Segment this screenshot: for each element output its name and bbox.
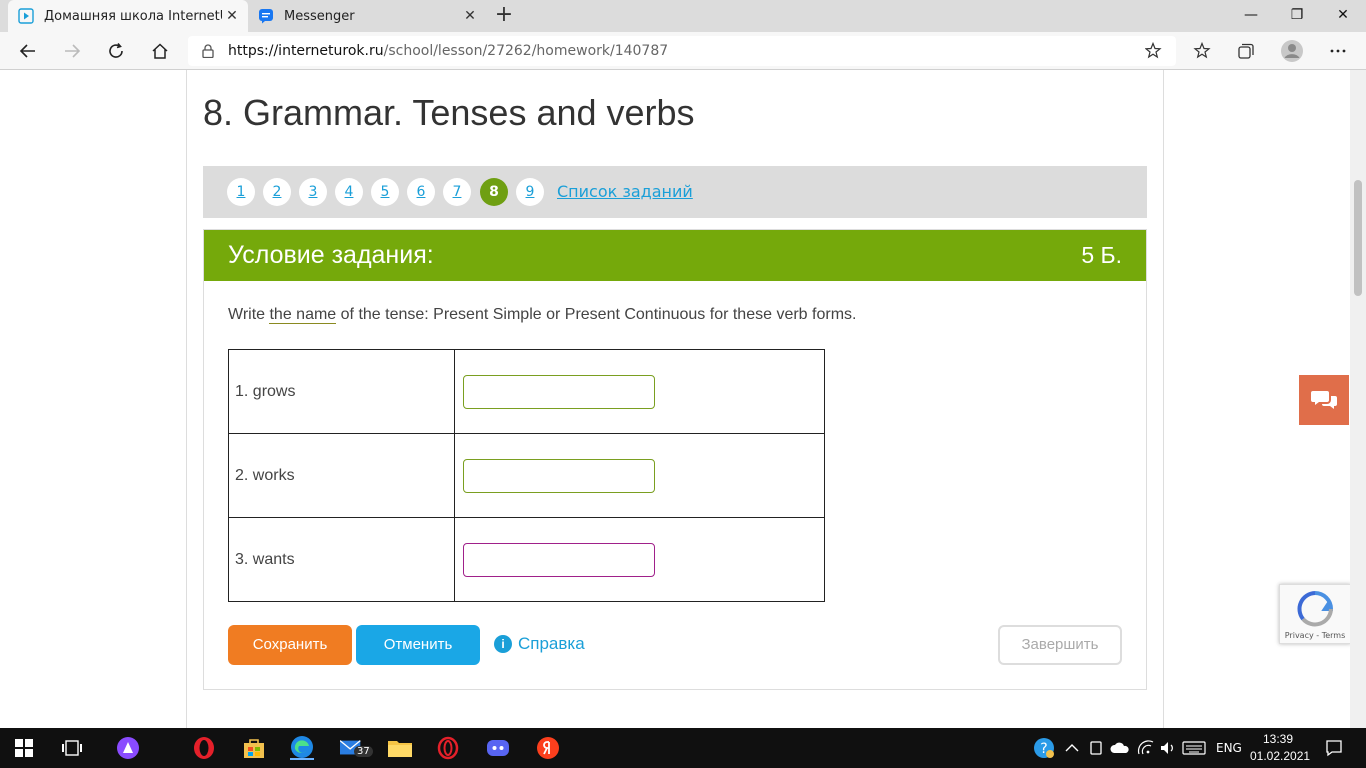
answer-input-1[interactable] [463,374,655,409]
new-tab-icon[interactable]: + [492,4,516,28]
restore-icon[interactable]: ❐ [1274,0,1320,32]
help-link[interactable]: i Справка [494,634,585,654]
tasks-list-link[interactable]: Список заданий [557,182,693,201]
table-row: 1. grows [228,349,825,434]
help-label: Справка [518,634,585,653]
task-panel: Условие задания: 5 Б. Write the name of … [203,229,1147,690]
chat-icon[interactable] [1299,375,1349,425]
answer-cell [454,349,825,434]
tray-device-icon[interactable] [1084,736,1108,760]
store-icon[interactable] [242,736,266,760]
more-menu-icon[interactable] [1324,37,1352,65]
table-row: 2. works [228,433,825,518]
cancel-button[interactable]: Отменить [356,625,480,665]
page-link-4[interactable]: 4 [335,178,363,206]
task-header-title: Условие задания: [228,241,434,269]
web-page: 8. Grammar. Tenses and verbs 1 2 3 4 5 6… [0,70,1350,728]
recaptcha-terms[interactable]: Privacy - Terms [1280,631,1350,640]
system-clock[interactable]: 13:39 01.02.2021 [1250,731,1311,765]
clock-date: 01.02.2021 [1250,749,1311,763]
address-bar[interactable]: https://interneturok.ru/school/lesson/27… [188,36,1176,66]
close-tab-icon[interactable]: ✕ [222,8,242,24]
page-link-9[interactable]: 9 [516,178,544,206]
chevron-up-icon[interactable] [1060,736,1084,760]
answer-cell [454,517,825,602]
verb-label: 3. wants [228,517,455,602]
profile-avatar[interactable] [1278,37,1306,65]
save-button[interactable]: Сохранить [228,625,352,665]
windows-taskbar: 37 ? ENG 13:39 01.02.2021 [0,728,1366,768]
page-link-3[interactable]: 3 [299,178,327,206]
task-instructions: Write the name of the tense: Present Sim… [228,306,856,324]
page-link-5[interactable]: 5 [371,178,399,206]
finish-button[interactable]: Завершить [998,625,1122,665]
lock-icon [202,44,214,58]
tab-messenger[interactable]: Messenger ✕ [250,0,486,32]
tab-title: Messenger [284,8,355,24]
windows-start-icon[interactable] [12,736,36,760]
notifications-icon[interactable] [1322,736,1346,760]
refresh-icon[interactable] [102,37,130,65]
file-explorer-icon[interactable] [388,736,412,760]
mail-icon[interactable]: 37 [340,736,373,760]
play-favicon-icon [18,8,34,24]
answer-cell [454,433,825,518]
onedrive-icon[interactable] [1108,736,1132,760]
verb-label: 2. works [228,433,455,518]
forward-icon[interactable] [58,37,86,65]
page-link-1[interactable]: 1 [227,178,255,206]
url-path: /school/lesson/27262/homework/140787 [383,43,669,59]
help-tray-icon[interactable]: ? [1032,736,1056,760]
page-scrollbar[interactable] [1350,70,1366,728]
close-tab-icon[interactable]: ✕ [460,8,480,24]
info-icon: i [494,635,512,653]
page-link-6[interactable]: 6 [407,178,435,206]
instruction-part: Write [228,306,270,323]
task-view-icon[interactable] [60,736,84,760]
browser-toolbar: https://interneturok.ru/school/lesson/27… [0,32,1366,70]
recaptcha-badge[interactable]: Privacy - Terms [1279,584,1351,644]
answer-input-2[interactable] [463,458,655,493]
close-window-icon[interactable]: ✕ [1320,0,1366,32]
messenger-favicon-icon [259,9,273,24]
recaptcha-icon [1297,591,1334,627]
task-header: Условие задания: 5 Б. [204,230,1146,281]
clock-time: 13:39 [1262,732,1294,746]
answer-table: 1. grows 2. works 3. wants [228,349,825,602]
edge-browser-icon[interactable] [290,736,314,760]
minimize-icon[interactable]: — [1228,0,1274,32]
answer-input-3[interactable] [463,542,655,577]
scrollbar-thumb[interactable] [1354,180,1362,296]
tab-interneturok[interactable]: Домашняя школа InternetUrok.r ✕ [8,0,248,32]
yandex-browser-icon[interactable] [536,736,560,760]
wifi-icon[interactable] [1134,736,1158,760]
instruction-highlight: the name [269,306,337,324]
page-link-7[interactable]: 7 [443,178,471,206]
volume-icon[interactable] [1156,736,1180,760]
keyboard-icon[interactable] [1182,736,1206,760]
verb-label: 1. grows [228,349,455,434]
url-host: https://interneturok.ru [228,43,384,59]
tab-title: Домашняя школа InternetUrok.r [44,8,222,24]
alice-assistant-icon[interactable] [116,736,140,760]
mail-unread-badge: 37 [354,746,373,757]
task-points: 5 Б. [1081,242,1122,268]
lesson-title: 8. Grammar. Tenses and verbs [203,92,695,133]
back-icon[interactable] [14,37,42,65]
browser-tab-strip: Домашняя школа InternetUrok.r ✕ Messenge… [0,0,1366,32]
add-favorite-icon[interactable] [1140,37,1168,65]
instruction-part: of the tense: Present Simple or Present … [336,306,857,323]
input-language[interactable]: ENG [1216,728,1242,768]
table-row: 3. wants [228,517,825,602]
home-icon[interactable] [146,37,174,65]
collections-icon[interactable] [1232,37,1260,65]
page-link-2[interactable]: 2 [263,178,291,206]
task-pager: 1 2 3 4 5 6 7 8 9 Список заданий [203,166,1147,218]
opera-icon[interactable] [192,736,216,760]
discord-icon[interactable] [486,736,510,760]
page-link-8-current[interactable]: 8 [480,178,508,206]
favorites-icon[interactable] [1188,37,1216,65]
opera-gx-icon[interactable] [436,736,460,760]
